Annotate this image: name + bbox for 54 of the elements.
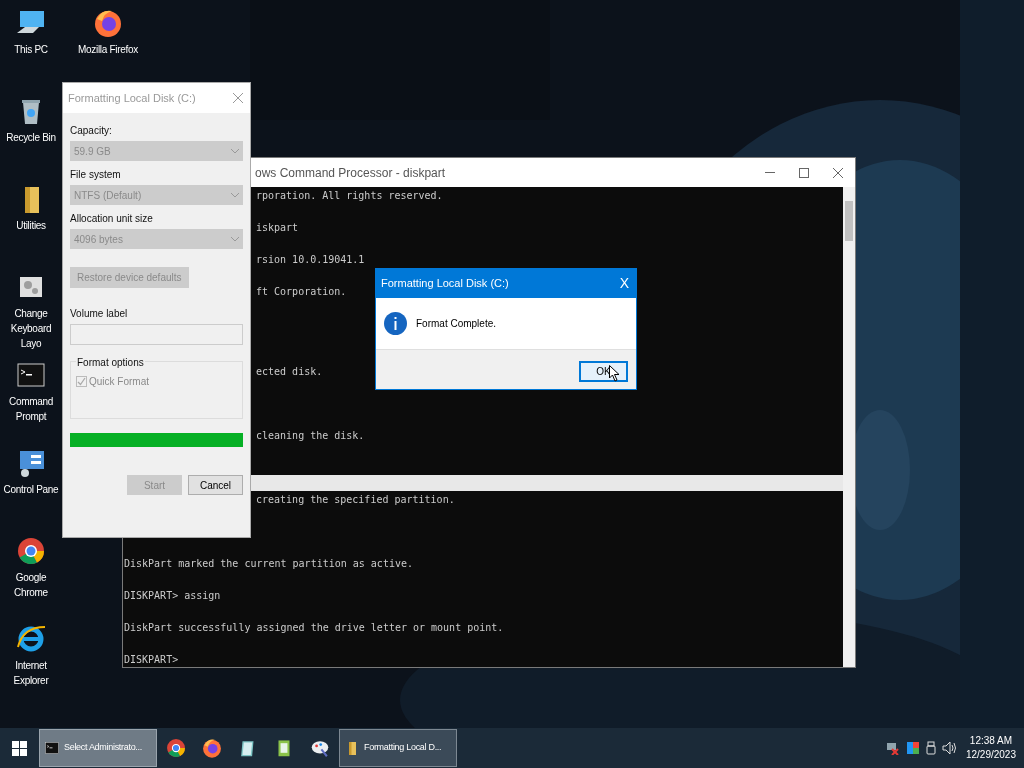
window-title: ows Command Processor - diskpart: [255, 164, 446, 182]
close-button[interactable]: X: [619, 273, 629, 294]
maximize-icon[interactable]: [799, 167, 809, 178]
console-line: creating the specified partition.: [256, 493, 455, 507]
taskbar-window-button[interactable]: Select Administrato...: [39, 729, 157, 767]
close-icon[interactable]: [233, 93, 243, 103]
field-label: File system: [70, 168, 122, 182]
console-line: rsion 10.0.19041.1: [256, 253, 365, 267]
clock-date[interactable]: 12/29/2023: [965, 748, 1016, 762]
cursor-icon: [609, 364, 620, 382]
message-text: Format Complete.: [416, 317, 497, 331]
desktop-icon-label[interactable]: Google Chrome: [0, 570, 62, 600]
field-label: Volume label: [70, 307, 129, 321]
usb-drive-icon[interactable]: [925, 741, 936, 755]
terminal-icon: [44, 740, 60, 756]
dialog-button[interactable]: Cancel: [188, 475, 243, 495]
console-line: rporation. All rights reserved.: [256, 189, 443, 203]
console-line: cleaning the disk.: [256, 429, 365, 443]
scrollbar[interactable]: [843, 187, 855, 667]
field-label: Allocation unit size: [70, 212, 154, 226]
taskbar-window-button[interactable]: Formatting Local D...: [339, 729, 457, 767]
network-icon[interactable]: [885, 741, 900, 755]
field-label: Capacity:: [70, 124, 113, 138]
color-display-icon[interactable]: [905, 741, 920, 755]
info-icon: [384, 312, 407, 335]
firefox-icon: [201, 737, 223, 759]
console-line: ft Corporation.: [256, 285, 347, 299]
windows-logo-icon: [11, 740, 27, 756]
close-icon[interactable]: [833, 167, 843, 178]
console-line: DISKPART>: [124, 653, 179, 667]
console-line: DiskPart successfully assigned the drive letter or mount point.: [124, 621, 504, 635]
checkbox-label: Quick Format: [89, 375, 149, 389]
chevron-down-icon: [231, 236, 239, 242]
console-line: ected disk.: [256, 365, 323, 379]
dialog-title: Formatting Local Disk (C:): [381, 276, 510, 292]
clock-time[interactable]: 12:38 AM: [969, 734, 1013, 748]
chevron-down-icon: [231, 192, 239, 198]
desktop-icon-label[interactable]: Command Prompt: [0, 394, 62, 424]
desktop-icon-label[interactable]: This PC: [14, 42, 48, 57]
desktop-icon-label[interactable]: Recycle Bin: [6, 130, 56, 145]
console-line: DISKPART> assign: [124, 589, 221, 603]
console-line: DiskPart marked the current partition as active.: [124, 557, 413, 571]
desktop-icon-label[interactable]: Utilities: [16, 218, 46, 233]
group-title: Format options: [76, 355, 145, 370]
desktop-icon-label[interactable]: Internet Explorer: [0, 658, 62, 688]
desktop-icon-label[interactable]: Change Keyboard Layo: [0, 306, 62, 351]
desktop-icon-label[interactable]: Control Pane: [3, 482, 59, 497]
chrome-icon: [165, 737, 187, 759]
console-line: iskpart: [256, 221, 299, 235]
dialog-title: Formatting Local Disk (C:): [68, 90, 196, 106]
volume-icon[interactable]: [941, 741, 958, 755]
chrome-icon: [15, 535, 47, 567]
chevron-down-icon: [231, 148, 239, 154]
desktop-icon-label[interactable]: Mozilla Firefox: [78, 42, 138, 57]
